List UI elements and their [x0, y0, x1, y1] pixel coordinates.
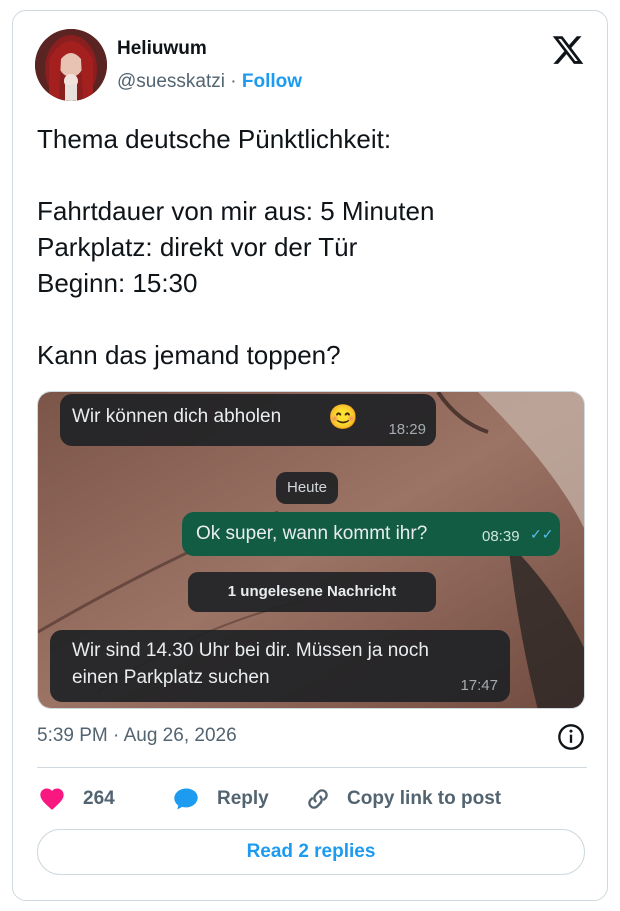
link-icon	[308, 789, 328, 809]
tweet-line: Beginn: 15:30	[37, 268, 198, 298]
author-name[interactable]: Heliuwum	[117, 38, 207, 60]
message-text: Ok super, wann kommt ihr?	[196, 523, 428, 544]
message-text-line: Wir sind 14.30 Uhr bei dir. Müssen ja no…	[72, 640, 429, 661]
divider	[37, 767, 587, 768]
tweet-line: Fahrtdauer von mir aus: 5 Minuten	[37, 196, 435, 226]
read-receipt-icon: ✓✓	[530, 526, 554, 542]
like-count: 264	[83, 788, 115, 809]
reply-button[interactable]: Reply	[171, 781, 269, 817]
follow-button[interactable]: Follow	[242, 71, 302, 92]
tweet-text: Thema deutsche Pünktlichkeit: Fahrtdauer…	[37, 121, 587, 373]
tweet-meta: 5:39 PM · Aug 26, 2026	[37, 723, 589, 753]
chat-message-incoming: Wir können dich abholen 😊 18:29	[60, 394, 436, 446]
author-handle-row: @suesskatzi · Follow	[117, 71, 302, 93]
reply-icon	[174, 788, 198, 810]
message-time: 17:47	[460, 677, 498, 694]
tweet-timestamp[interactable]: 5:39 PM · Aug 26, 2026	[37, 725, 237, 747]
read-replies-button[interactable]: Read 2 replies	[37, 829, 585, 875]
x-logo-icon[interactable]	[551, 33, 585, 67]
read-replies-label: Read 2 replies	[246, 841, 376, 862]
chat-message-incoming: Wir sind 14.30 Uhr bei dir. Müssen ja no…	[50, 630, 510, 702]
tweet-line: Kann das jemand toppen?	[37, 340, 341, 370]
tweet-line: Thema deutsche Pünktlichkeit:	[37, 124, 392, 154]
tweet-card: Heliuwum @suesskatzi · Follow Thema deut…	[12, 10, 608, 901]
tweet-actions: 264 Reply Copy link to post	[37, 781, 589, 817]
reply-label: Reply	[217, 788, 269, 809]
media-image[interactable]: Wir können dich abholen 😊 18:29 Heute Ok…	[37, 391, 585, 709]
separator-dot: ·	[230, 71, 237, 92]
unread-pill: 1 ungelesene Nachricht	[188, 572, 436, 612]
smile-emoji: 😊	[328, 404, 358, 431]
message-text: Wir können dich abholen	[72, 406, 282, 427]
tweet-line	[37, 301, 587, 337]
avatar[interactable]	[35, 29, 107, 101]
chat-message-outgoing: Ok super, wann kommt ihr? 08:39 ✓✓	[182, 512, 560, 556]
copy-link-button[interactable]: Copy link to post	[303, 781, 501, 817]
tweet-line	[37, 157, 587, 193]
like-button[interactable]: 264	[37, 781, 115, 817]
author-handle[interactable]: @suesskatzi	[117, 71, 225, 92]
date-pill: Heute	[276, 472, 338, 504]
tweet-line: Parkplatz: direkt vor der Tür	[37, 232, 358, 262]
copy-link-label: Copy link to post	[347, 788, 502, 809]
message-time: 18:29	[388, 421, 426, 438]
info-icon[interactable]	[557, 723, 585, 751]
avatar-image	[35, 29, 107, 101]
message-text-line: einen Parkplatz suchen	[72, 667, 270, 688]
heart-icon	[40, 788, 64, 810]
message-time: 08:39	[482, 528, 520, 545]
